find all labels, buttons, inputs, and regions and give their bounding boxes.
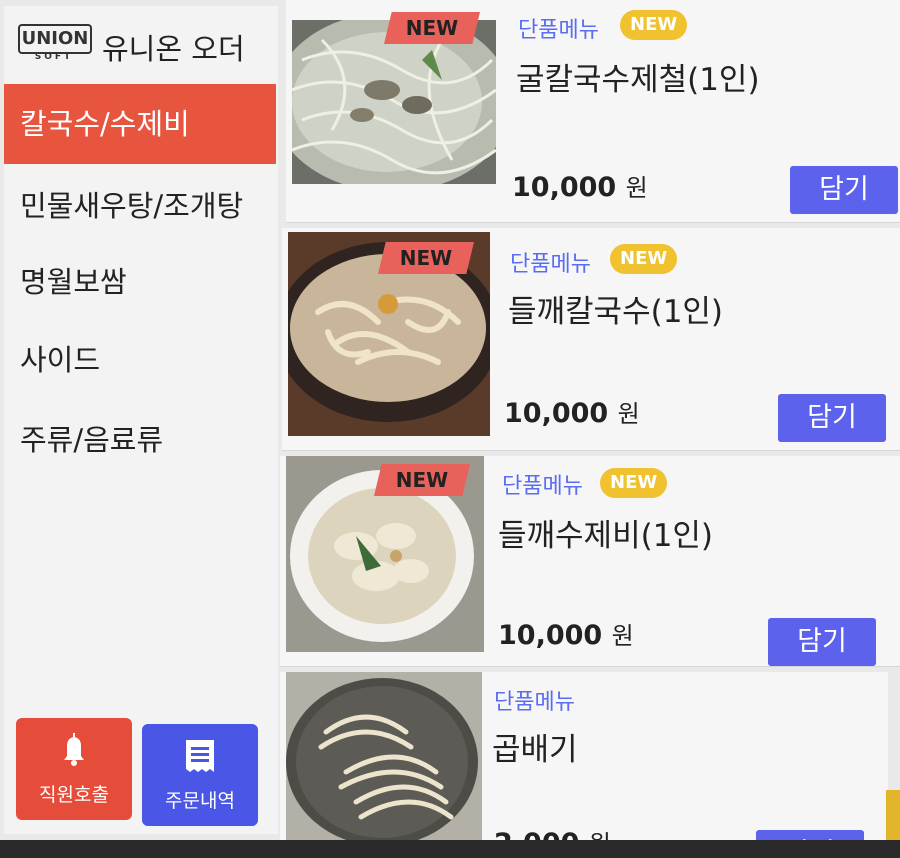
currency-unit: 원 [617,400,640,428]
item-price: 10,000 원 [498,616,634,651]
item-tag: 단품메뉴 [502,474,583,499]
price-value: 10,000 [504,398,609,429]
new-badge: NEW [620,10,688,40]
new-badge: NEW [610,244,678,274]
price-value: 2,000 [494,828,579,840]
item-name: 굴칼국수제철(1인) [516,62,760,98]
item-price: 10,000 원 [512,168,648,203]
category-kalguksu-sujebi[interactable]: 칼국수/수제비 [4,84,276,164]
menu-card: 단품메뉴 곱배기 2,000 원 담기 [280,672,888,840]
currency-unit: 원 [589,830,611,840]
menu-card: NEW 단품메뉴 NEW 굴칼국수제철(1인) 10,000 원 담기 [286,0,900,222]
item-name: 들깨칼국수(1인) [508,294,724,330]
menu-card: NEW 단품메뉴 NEW 들깨수제비(1인) 10,000 원 담기 [280,456,900,666]
price-value: 10,000 [512,172,617,203]
new-ribbon: NEW [378,242,474,274]
staff-call-label: 직원호출 [39,784,109,806]
food-image [286,672,482,840]
item-price: 10,000 원 [504,394,640,429]
logo-mark-text: UNION [18,24,92,54]
category-drinks[interactable]: 주류/음료류 [4,400,276,480]
add-to-cart-button[interactable]: 담기 [778,394,886,442]
order-history-button[interactable]: 주문내역 [142,724,258,826]
new-ribbon: NEW [374,464,470,496]
staff-call-button[interactable]: 직원호출 [16,718,132,820]
category-bossam[interactable]: 명월보쌈 [4,242,276,322]
item-tag: 단품메뉴 [510,252,591,277]
kiosk-screen: UNION SOFT 유니온 오더 칼국수/수제비 민물새우탕/조개탕 명월보쌈… [0,0,900,840]
price-value: 10,000 [498,620,603,651]
menu-card: NEW 단품메뉴 NEW 들깨칼국수(1인) 10,000 원 담기 [282,228,900,450]
add-to-cart-button[interactable]: 담기 [790,166,898,214]
logo-sub-text: SOFT [34,52,74,62]
currency-unit: 원 [611,622,634,650]
scroll-edge-indicator [886,790,900,840]
app-title: 유니온 오더 [102,32,245,66]
item-tag: 단품메뉴 [494,690,575,715]
food-image [292,20,496,184]
currency-unit: 원 [625,174,648,202]
add-to-cart-button[interactable]: 담기 [768,618,876,666]
new-badge: NEW [600,468,668,498]
order-history-label: 주문내역 [165,790,235,812]
item-name: 들깨수제비(1인) [498,518,714,554]
app-logo: UNION SOFT 유니온 오더 [18,24,278,68]
item-price: 2,000 원 [494,824,611,840]
union-soft-logo: UNION SOFT [18,24,92,64]
bell-icon [16,732,132,768]
add-to-cart-button[interactable]: 담기 [756,830,864,840]
new-ribbon: NEW [384,12,480,44]
item-tag: 단품메뉴 [518,18,599,43]
receipt-icon [142,738,258,774]
category-side[interactable]: 사이드 [4,320,276,400]
item-name: 곱배기 [492,732,578,768]
category-shrimp-clam-soup[interactable]: 민물새우탕/조개탕 [4,166,276,246]
sidebar: UNION SOFT 유니온 오더 칼국수/수제비 민물새우탕/조개탕 명월보쌈… [4,6,278,834]
